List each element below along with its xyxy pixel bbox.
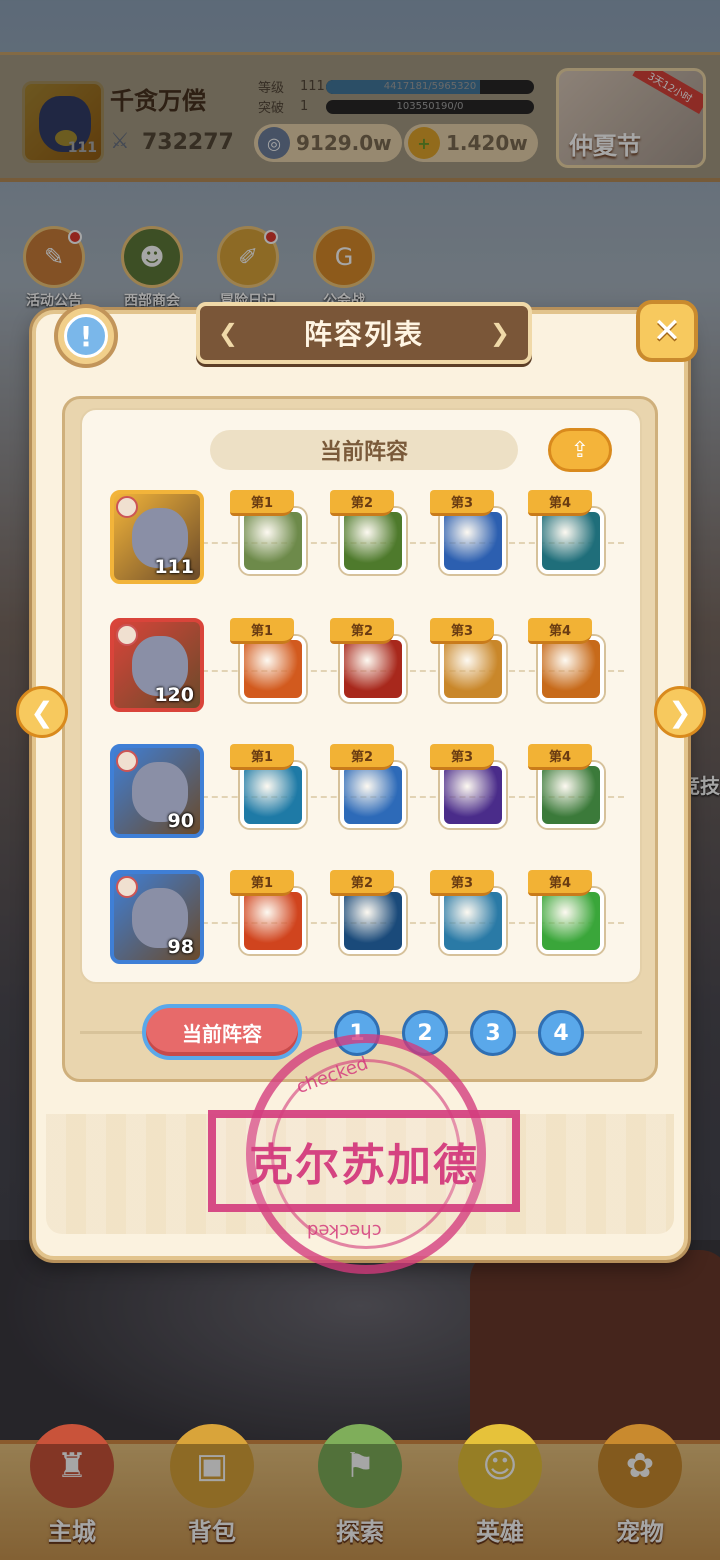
backpack-icon: ▣ — [170, 1424, 254, 1508]
modal-title: 阵容列表 — [303, 318, 424, 351]
hero-portrait[interactable]: 90 — [110, 744, 204, 838]
skill-order-tag: 第2 — [330, 744, 394, 770]
skill-icon — [538, 636, 604, 702]
skill-icon — [340, 888, 406, 954]
skill-order-tag: 第3 — [430, 870, 494, 896]
hero-level: 111 — [154, 556, 194, 578]
nav-label: 宠物 — [616, 1518, 664, 1546]
skill-icon — [340, 508, 406, 574]
skill-slot[interactable]: 第3 — [430, 870, 510, 964]
banner-arrow-left-icon: ❮ — [218, 319, 239, 347]
nav-hero[interactable]: ☺ 英雄 — [440, 1424, 560, 1560]
title-banner: ❮ 阵容列表 ❯ — [196, 302, 532, 364]
skill-icon — [440, 888, 506, 954]
nav-pet[interactable]: ✿ 宠物 — [580, 1424, 700, 1560]
skill-icon — [240, 636, 306, 702]
skill-slot[interactable]: 第3 — [430, 744, 510, 838]
skill-order-tag: 第3 — [430, 744, 494, 770]
skill-icon — [440, 508, 506, 574]
hero-icon: ☺ — [458, 1424, 542, 1508]
skill-order-tag: 第4 — [528, 490, 592, 516]
hero-level: 98 — [167, 936, 194, 958]
castle-icon: ♜ — [30, 1424, 114, 1508]
skill-icon — [240, 762, 306, 828]
skill-icon — [440, 762, 506, 828]
skill-slot[interactable]: 第4 — [528, 490, 608, 584]
skill-slot[interactable]: 第2 — [330, 870, 410, 964]
nav-label: 主城 — [48, 1518, 96, 1546]
hero-portrait[interactable]: 111 — [110, 490, 204, 584]
next-arrow-button[interactable]: ❯ — [654, 686, 706, 738]
skill-order-tag: 第2 — [330, 870, 394, 896]
info-button[interactable]: ! — [54, 304, 118, 368]
skill-slot[interactable]: 第2 — [330, 490, 410, 584]
nav-label: 探索 — [336, 1518, 384, 1546]
lineup-row: 111 第1 第2 第3 第4 — [102, 490, 624, 600]
nav-main-city[interactable]: ♜ 主城 — [12, 1424, 132, 1560]
info-icon: ! — [64, 314, 108, 358]
hero-class-icon — [116, 624, 138, 646]
hero-portrait[interactable]: 120 — [110, 618, 204, 712]
skill-slot[interactable]: 第4 — [528, 744, 608, 838]
share-button[interactable]: ⇪ — [548, 428, 612, 472]
skill-icon — [538, 508, 604, 574]
skill-slot[interactable]: 第4 — [528, 870, 608, 964]
tab-current-lineup[interactable]: 当前阵容 — [142, 1004, 302, 1060]
tab-lineup-3[interactable]: 3 — [470, 1010, 516, 1056]
skill-slot[interactable]: 第2 — [330, 744, 410, 838]
skill-icon — [240, 888, 306, 954]
skill-icon — [340, 636, 406, 702]
hero-portrait[interactable]: 98 — [110, 870, 204, 964]
map-icon: ⚑ — [318, 1424, 402, 1508]
tab-lineup-4[interactable]: 4 — [538, 1010, 584, 1056]
bottom-nav: ♜ 主城 ▣ 背包 ⚑ 探索 ☺ 英雄 ✿ 宠物 — [0, 1424, 720, 1560]
skill-slot[interactable]: 第3 — [430, 618, 510, 712]
close-icon: ✕ — [652, 311, 682, 351]
skill-order-tag: 第4 — [528, 618, 592, 644]
skill-slot[interactable]: 第1 — [230, 490, 310, 584]
prev-arrow-button[interactable]: ❮ — [16, 686, 68, 738]
skill-slot[interactable]: 第1 — [230, 870, 310, 964]
skill-order-tag: 第1 — [230, 618, 294, 644]
skill-slot[interactable]: 第1 — [230, 744, 310, 838]
skill-slot[interactable]: 第2 — [330, 618, 410, 712]
hero-class-icon — [116, 876, 138, 898]
nav-explore[interactable]: ⚑ 探索 — [300, 1424, 420, 1560]
banner-arrow-right-icon: ❯ — [489, 319, 510, 347]
hero-class-icon — [116, 750, 138, 772]
skill-order-tag: 第1 — [230, 490, 294, 516]
lineup-row: 90 第1 第2 第3 第4 — [102, 744, 624, 854]
skill-order-tag: 第4 — [528, 870, 592, 896]
skill-order-tag: 第2 — [330, 490, 394, 516]
current-lineup-header: 当前阵容 — [210, 430, 518, 470]
skill-order-tag: 第3 — [430, 490, 494, 516]
lineup-row: 120 第1 第2 第3 第4 — [102, 618, 624, 728]
lineup-panel: 当前阵容 ⇪ 111 第1 第2 第3 第4 120 第1 第2 第3 第4 90 第1 第2 第3 第4 9… — [80, 408, 642, 984]
skill-slot[interactable]: 第1 — [230, 618, 310, 712]
skill-slot[interactable]: 第4 — [528, 618, 608, 712]
skill-icon — [340, 762, 406, 828]
hero-level: 120 — [154, 684, 194, 706]
skill-icon — [538, 762, 604, 828]
hero-class-icon — [116, 496, 138, 518]
skill-slot[interactable]: 第3 — [430, 490, 510, 584]
nav-label: 英雄 — [476, 1518, 524, 1546]
skill-order-tag: 第1 — [230, 870, 294, 896]
hero-level: 90 — [167, 810, 194, 832]
skill-icon — [440, 636, 506, 702]
skill-order-tag: 第4 — [528, 744, 592, 770]
skill-order-tag: 第2 — [330, 618, 394, 644]
skill-icon — [538, 888, 604, 954]
share-icon: ⇪ — [570, 437, 590, 463]
skill-order-tag: 第1 — [230, 744, 294, 770]
stamp-text: 克尔苏加德 — [208, 1110, 520, 1212]
lineup-row: 98 第1 第2 第3 第4 — [102, 870, 624, 980]
nav-label: 背包 — [188, 1518, 236, 1546]
skill-order-tag: 第3 — [430, 618, 494, 644]
stamp-ring-text-bottom: checked — [307, 1220, 382, 1241]
skill-icon — [240, 508, 306, 574]
close-button[interactable]: ✕ — [636, 300, 698, 362]
nav-backpack[interactable]: ▣ 背包 — [152, 1424, 272, 1560]
pet-icon: ✿ — [598, 1424, 682, 1508]
